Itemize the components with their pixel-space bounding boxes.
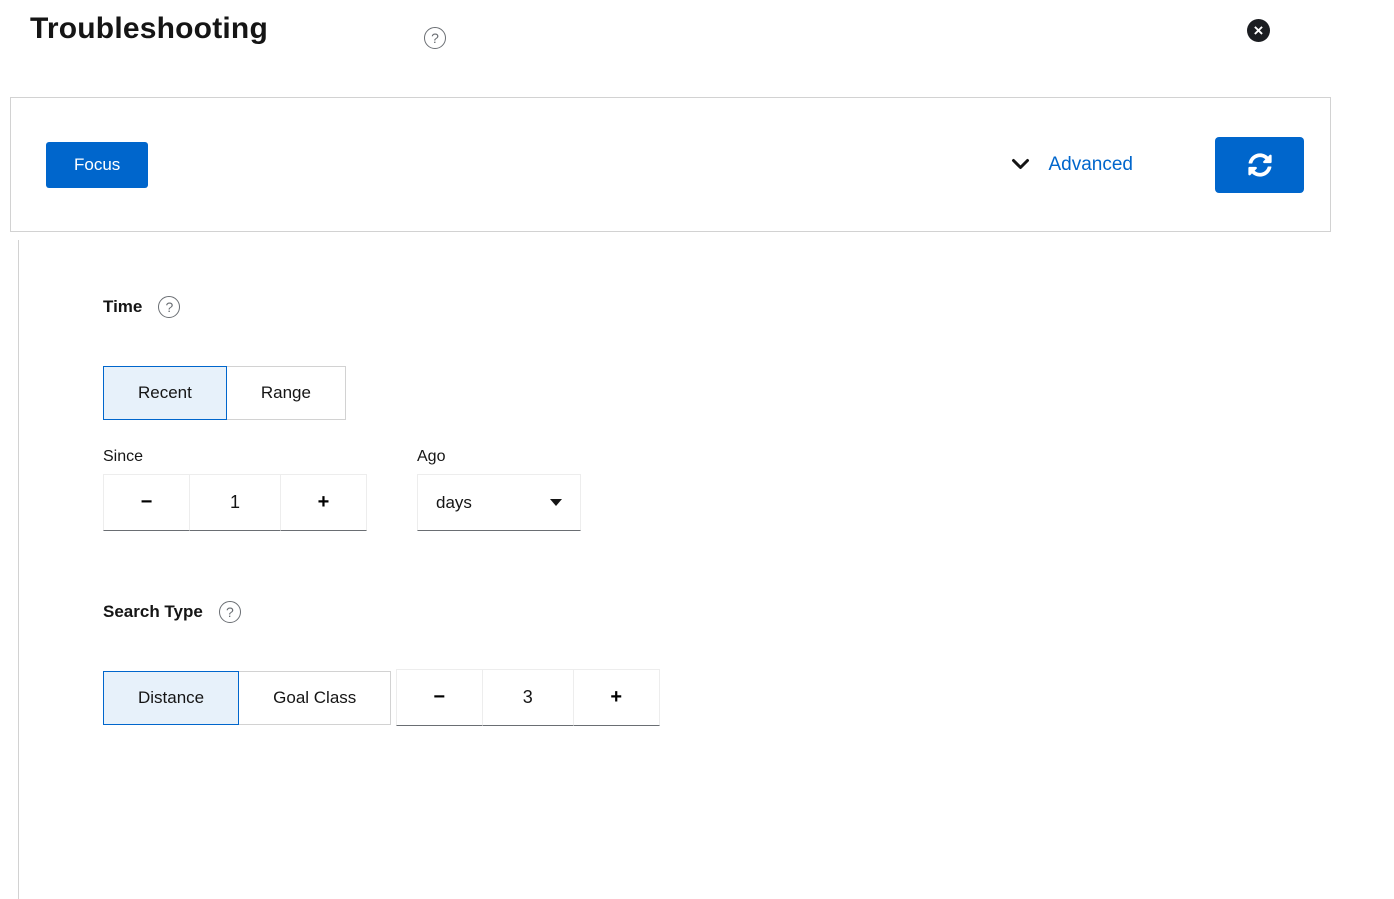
time-label-row: Time ? — [103, 296, 1378, 318]
since-plus-button[interactable]: + — [280, 474, 367, 531]
search-type-stepper: − 3 + — [396, 669, 660, 726]
search-type-minus-button[interactable]: − — [396, 669, 483, 726]
advanced-link[interactable]: Advanced — [1048, 154, 1133, 176]
refresh-button[interactable] — [1215, 137, 1304, 193]
toolbar-right-group: Advanced — [1011, 137, 1304, 193]
since-field: Since − 1 + — [103, 448, 367, 531]
time-inputs-row: Since − 1 + Ago days — [103, 448, 1378, 531]
time-label: Time — [103, 297, 142, 317]
chevron-down-icon[interactable] — [1011, 158, 1030, 171]
close-icon[interactable]: × — [1247, 19, 1270, 42]
refresh-icon — [1248, 153, 1272, 177]
toggle-recent[interactable]: Recent — [103, 366, 227, 420]
time-toggle-group: Recent Range — [103, 366, 346, 420]
since-value-input[interactable]: 1 — [189, 474, 281, 531]
search-type-label: Search Type — [103, 602, 203, 622]
search-type-block: Search Type ? Distance Goal Class − 3 + — [103, 601, 1378, 726]
caret-down-icon — [550, 499, 562, 506]
form-section: Time ? Recent Range Since − 1 + Ago days — [18, 240, 1378, 899]
ago-field: Ago days — [417, 448, 581, 531]
title-help-icon[interactable]: ? — [424, 27, 446, 49]
toggle-range[interactable]: Range — [226, 366, 346, 420]
since-stepper: − 1 + — [103, 474, 367, 531]
since-minus-button[interactable]: − — [103, 474, 190, 531]
page-title: Troubleshooting — [30, 12, 268, 46]
ago-select-value: days — [436, 493, 472, 513]
search-type-label-row: Search Type ? — [103, 601, 1378, 623]
time-help-icon[interactable]: ? — [158, 296, 180, 318]
focus-button[interactable]: Focus — [46, 142, 148, 188]
troubleshooting-panel: Troubleshooting ? × Focus Advanced Time — [0, 0, 1394, 899]
since-label: Since — [103, 448, 367, 466]
ago-label: Ago — [417, 448, 581, 466]
search-type-plus-button[interactable]: + — [573, 669, 660, 726]
toolbar: Focus Advanced — [10, 97, 1331, 232]
search-type-help-icon[interactable]: ? — [219, 601, 241, 623]
search-type-value-input[interactable]: 3 — [482, 669, 574, 726]
ago-select[interactable]: days — [417, 474, 581, 531]
toggle-distance[interactable]: Distance — [103, 671, 239, 725]
search-type-toggle-group: Distance Goal Class — [103, 671, 391, 725]
toggle-goal-class[interactable]: Goal Class — [238, 671, 391, 725]
